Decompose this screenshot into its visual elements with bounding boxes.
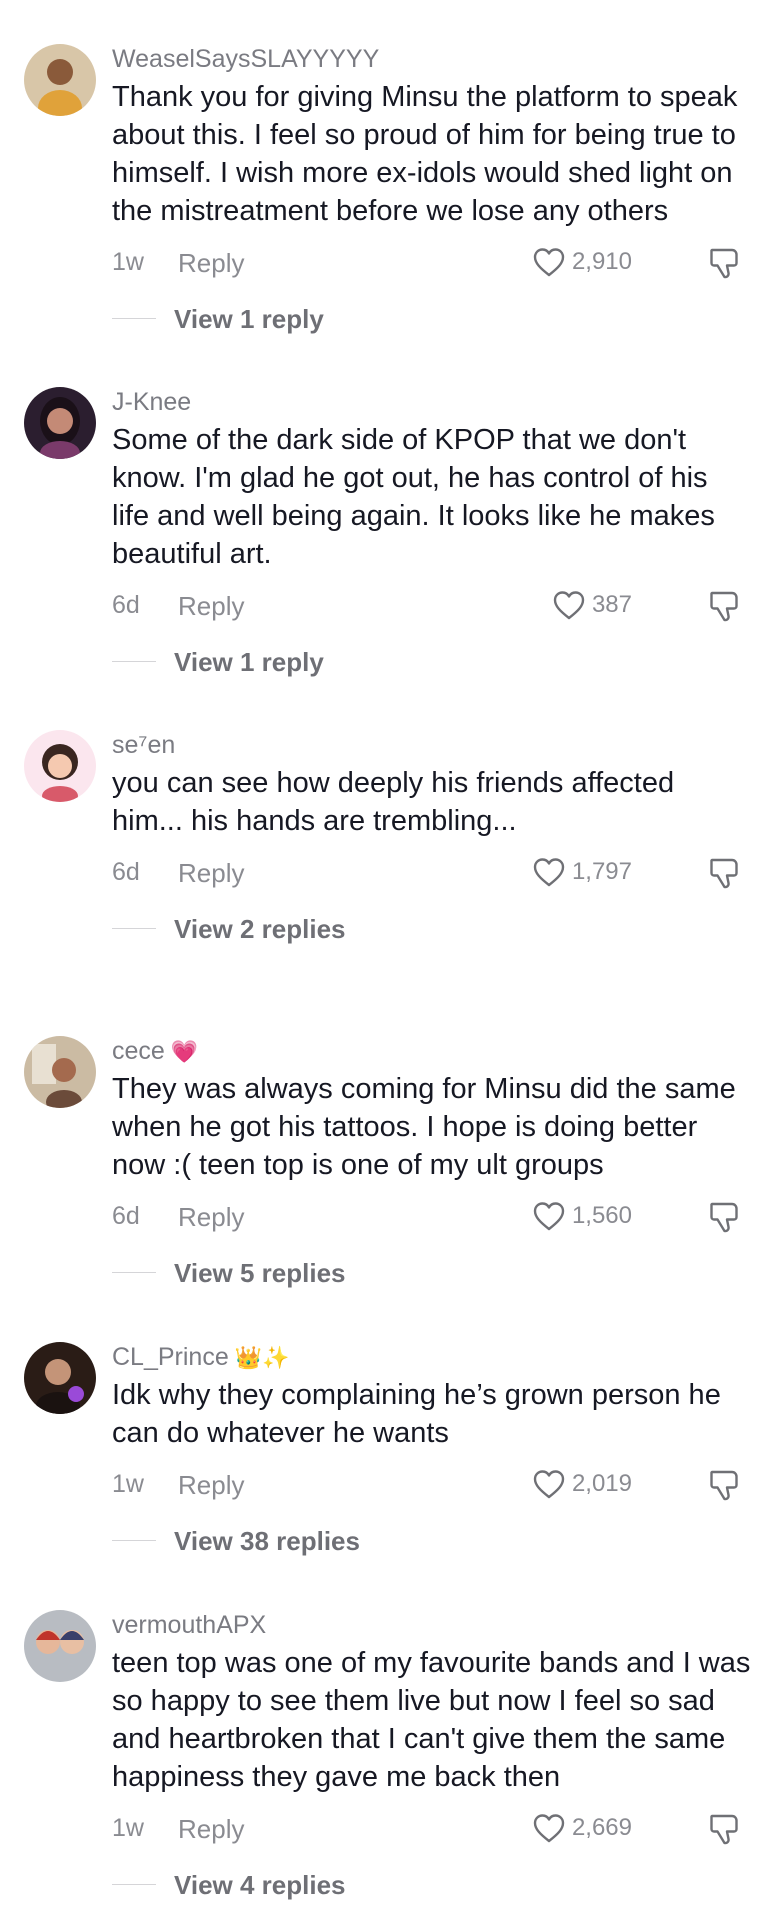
heart-outline-icon [533,1814,565,1843]
comment-body: WeaselSaysSLAYYYYY Thank you for giving … [112,44,752,338]
dislike-button[interactable] [706,854,744,892]
view-replies-button[interactable]: View 38 replies [112,1520,752,1560]
user-avatar[interactable] [24,1342,96,1414]
comment-meta: 6d Reply 387 [112,583,752,627]
user-avatar-icon [24,1342,96,1414]
dislike-button[interactable] [706,587,744,625]
view-replies-label: View 1 reply [174,304,324,334]
comments-feed: WeaselSaysSLAYYYYY Thank you for giving … [0,0,768,1920]
comment-username[interactable]: WeaselSaysSLAYYYYY [112,44,752,74]
view-replies-button[interactable]: View 4 replies [112,1864,752,1904]
divider-line [112,318,156,319]
dislike-button[interactable] [706,1810,744,1848]
comment-body: cece 💗 They was always coming for Minsu d… [112,1036,752,1292]
like-button[interactable]: 2,019 [532,1466,632,1502]
divider-line [112,1884,156,1885]
thumbs-down-icon [710,591,738,622]
thumbs-down-icon [710,248,738,279]
comment-text: you can see how deeply his friends affec… [112,767,675,837]
divider-line [112,661,156,662]
heart-outline-icon [533,248,565,277]
user-avatar-icon [24,1036,96,1108]
like-count: 387 [591,591,632,618]
like-count: 1,560 [571,1202,632,1229]
heart-outline-icon [533,1202,565,1231]
comment-username[interactable]: se⁷en [112,730,752,760]
user-avatar-icon [24,387,96,459]
view-replies-button[interactable]: View 2 replies [112,908,752,948]
view-replies-button[interactable]: View 1 reply [112,298,752,338]
heart-outline-icon [553,591,585,620]
thumbs-down-icon [710,1202,738,1233]
comment-text: Idk why they complaining he’s grown pers… [112,1379,721,1449]
user-avatar-icon [24,730,96,802]
comment-age: 6d [112,858,140,886]
like-button[interactable]: 1,560 [532,1198,632,1234]
comment-body: J-Knee Some of the dark side of KPOP tha… [112,387,752,681]
like-count: 2,019 [571,1470,632,1497]
dislike-button[interactable] [706,1466,744,1504]
comment-meta: 1w Reply 2,910 [112,240,752,284]
reply-button[interactable]: Reply [178,1814,244,1845]
heart-emoji-badge: 💗 [170,1039,199,1064]
comment-meta: 1w Reply 2,669 [112,1806,752,1850]
like-count: 1,797 [571,858,632,885]
like-button[interactable]: 2,669 [532,1810,632,1846]
reply-button[interactable]: Reply [178,1202,244,1233]
like-count: 2,910 [571,248,632,275]
like-button[interactable]: 1,797 [532,854,632,890]
comment-body: se⁷en you can see how deeply his friends… [112,730,752,948]
dislike-button[interactable] [706,244,744,282]
user-avatar[interactable] [24,387,96,459]
view-replies-label: View 38 replies [174,1526,360,1556]
comment-username[interactable]: J-Knee [112,387,752,417]
view-replies-label: View 5 replies [174,1258,346,1288]
reply-button[interactable]: Reply [178,1470,244,1501]
user-avatar[interactable] [24,730,96,802]
comment-username[interactable]: vermouthAPX [112,1610,752,1640]
comment-meta: 6d Reply 1,797 [112,850,752,894]
comment-meta: 6d Reply 1,560 [112,1194,752,1238]
view-replies-button[interactable]: View 5 replies [112,1252,752,1292]
comment-username[interactable]: CL_Prince 👑✨ [112,1342,752,1372]
thumbs-down-icon [710,1470,738,1501]
heart-outline-icon [533,858,565,887]
user-avatar[interactable] [24,44,96,116]
divider-line [112,1540,156,1541]
comment-age: 6d [112,1202,140,1230]
like-count: 2,669 [571,1814,632,1841]
user-avatar[interactable] [24,1036,96,1108]
comment-age: 1w [112,248,144,276]
reply-button[interactable]: Reply [178,248,244,279]
thumbs-down-icon [710,1814,738,1845]
comment-body: CL_Prince 👑✨ Idk why they complaining he’… [112,1342,752,1560]
comment-age: 1w [112,1814,144,1842]
comment-text: Some of the dark side of KPOP that we do… [112,424,715,570]
heart-outline-icon [533,1470,565,1499]
like-button[interactable]: 2,910 [532,244,632,280]
view-replies-label: View 1 reply [174,647,324,677]
comment-age: 6d [112,591,140,619]
view-replies-button[interactable]: View 1 reply [112,641,752,681]
dislike-button[interactable] [706,1198,744,1236]
comment-text: They was always coming for Minsu did the… [112,1073,736,1181]
thumbs-down-icon [710,858,738,889]
comment-body: vermouthAPX teen top was one of my favou… [112,1610,752,1904]
comment-text: Thank you for giving Minsu the platform … [112,81,738,227]
user-avatar-icon [24,44,96,116]
divider-line [112,928,156,929]
comment-meta: 1w Reply 2,019 [112,1462,752,1506]
comment-username[interactable]: cece 💗 [112,1036,752,1066]
reply-button[interactable]: Reply [178,858,244,889]
crown-sparkle-badge: 👑✨ [234,1345,290,1370]
view-replies-label: View 4 replies [174,1870,346,1900]
comment-age: 1w [112,1470,144,1498]
divider-line [112,1272,156,1273]
reply-button[interactable]: Reply [178,591,244,622]
like-button[interactable]: 387 [552,587,632,623]
user-avatar-icon [24,1610,96,1682]
comment-text: teen top was one of my favourite bands a… [112,1647,751,1793]
view-replies-label: View 2 replies [174,914,346,944]
user-avatar[interactable] [24,1610,96,1682]
